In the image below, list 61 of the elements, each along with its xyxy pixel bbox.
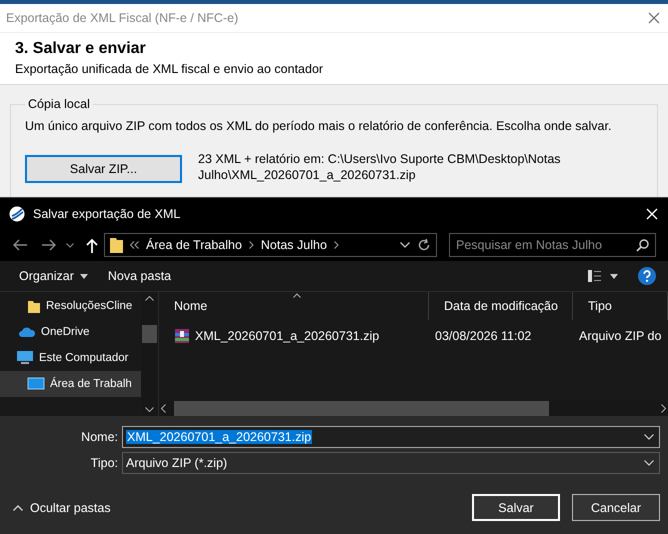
folder-icon xyxy=(110,237,123,253)
chevron-right-icon xyxy=(334,241,339,249)
column-header[interactable]: Data de modificação xyxy=(429,292,573,320)
dialog-title: Salvar exportação de XML xyxy=(33,206,182,220)
nav-item[interactable]: Área de Trabalh xyxy=(0,371,141,397)
save-button[interactable]: Salvar xyxy=(472,494,560,521)
field-label: Nome: xyxy=(80,430,119,444)
sort-caret-icon[interactable] xyxy=(293,293,301,298)
address-bar[interactable]: Área de Trabalho Notas Julho xyxy=(104,233,437,257)
file-date: 03/08/2026 11:02 xyxy=(434,329,532,343)
step-subtitle: Exportação unificada de XML fiscal e envio ao contador xyxy=(15,62,324,76)
folder-icon xyxy=(27,298,41,314)
app-logo-icon xyxy=(9,206,25,222)
file-type: Arquivo ZIP do xyxy=(578,329,662,343)
chevron-up-icon[interactable] xyxy=(145,296,154,301)
search-icon[interactable] xyxy=(636,238,649,252)
view-options-icon[interactable] xyxy=(588,270,618,282)
desktop-icon xyxy=(27,377,45,391)
chevron-up-icon xyxy=(13,504,23,510)
refresh-icon[interactable] xyxy=(417,238,431,252)
step-title: 3. Salvar e enviar xyxy=(15,40,147,58)
computer-icon xyxy=(16,350,34,366)
cloud-icon xyxy=(18,326,36,338)
up-arrow-icon[interactable] xyxy=(86,238,98,252)
column-header[interactable]: Nome xyxy=(159,292,429,320)
save-zip-button[interactable]: Salvar ZIP... xyxy=(25,155,182,183)
scrollbar-thumb[interactable] xyxy=(142,325,157,343)
hide-folders-toggle[interactable]: Ocultar pastas xyxy=(13,500,460,514)
double-chevron-icon xyxy=(130,241,139,249)
nav-item[interactable]: Este Computador xyxy=(0,345,141,371)
field-label: Tipo: xyxy=(90,456,119,470)
chevron-right-icon xyxy=(248,241,254,249)
file-name-field[interactable]: XML_20260701_a_20260731.zip xyxy=(122,426,660,448)
nav-item[interactable]: ResoluçõesCline xyxy=(0,293,141,319)
back-arrow-icon[interactable] xyxy=(12,239,28,251)
file-name[interactable]: XML_20260701_a_20260731.zip xyxy=(195,329,380,343)
chevron-down-icon xyxy=(644,434,654,440)
window-title: Exportação de XML Fiscal (NF-e / NFC-e) xyxy=(6,11,238,25)
search-field[interactable]: Pesquisar em Notas Julho xyxy=(449,233,656,257)
breadcrumb-item[interactable]: Notas Julho xyxy=(260,238,327,252)
new-folder-button[interactable]: Nova pasta xyxy=(108,269,172,283)
cancel-button[interactable]: Cancelar xyxy=(572,494,660,521)
chevron-left-icon[interactable] xyxy=(161,404,166,413)
forward-arrow-icon[interactable] xyxy=(41,239,57,251)
scrollbar-thumb[interactable] xyxy=(174,401,549,416)
chevron-down-icon[interactable] xyxy=(145,407,154,412)
nav-item[interactable]: OneDrive xyxy=(0,319,141,345)
destination-text: 23 XML + relatório em: C:\Users\Ivo Suporte CBM\Desktop\Notas Julho\XML_20260701_a_20260731.zip xyxy=(198,151,562,183)
description-text: Um único arquivo ZIP com todos os XML do período mais o relatório de conferência. Escolha onde salvar. xyxy=(25,119,612,133)
archive-icon xyxy=(174,328,190,344)
help-icon[interactable] xyxy=(638,267,656,285)
column-header[interactable]: Tipo xyxy=(573,292,668,320)
chevron-down-icon[interactable] xyxy=(66,242,74,248)
group-label: Cópia local xyxy=(27,97,91,111)
caret-down-icon xyxy=(80,274,88,278)
organize-menu[interactable]: Organizar xyxy=(19,269,88,283)
breadcrumb-item[interactable]: Área de Trabalho xyxy=(146,238,242,252)
chevron-down-icon xyxy=(644,460,654,466)
file-type-dropdown[interactable]: Arquivo ZIP (*.zip) xyxy=(122,452,660,474)
chevron-down-icon[interactable] xyxy=(400,242,410,248)
chevron-right-icon[interactable] xyxy=(661,404,666,413)
